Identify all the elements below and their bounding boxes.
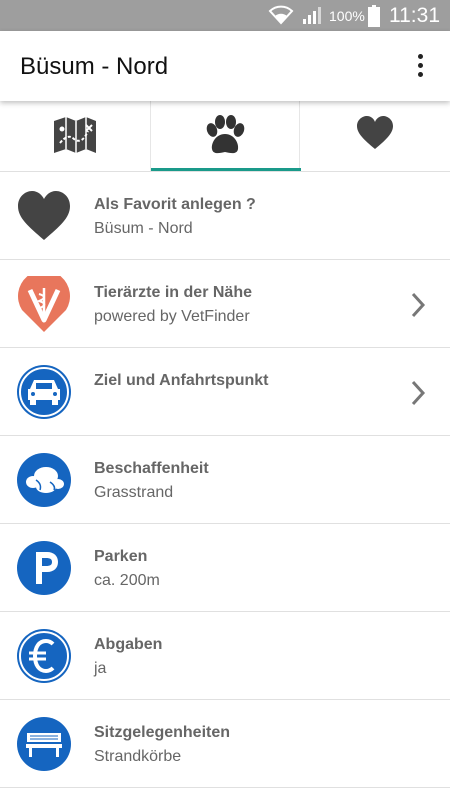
list-item-seating: Sitzgelegenheiten Strandkörbe [0, 700, 450, 788]
list-item-terrain: Beschaffenheit Grasstrand [0, 436, 450, 524]
list-item-title: Tierärzte in der Nähe [94, 284, 252, 301]
more-vert-icon[interactable] [405, 51, 435, 81]
tab-indicator [151, 168, 301, 171]
status-bar: 100% 11:31 [0, 0, 450, 31]
list-item-title: Ziel und Anfahrtspunkt [94, 372, 269, 389]
list-item-title: Abgaben [94, 636, 163, 653]
wifi-icon [268, 5, 294, 25]
bench-icon [17, 717, 71, 771]
info-list: Als Favorit anlegen ? Büsum - Nord Tierä… [0, 172, 450, 788]
list-item-subtitle: powered by VetFinder [94, 308, 250, 325]
tab-bar [0, 101, 450, 172]
list-item-fees: Abgaben ja [0, 612, 450, 700]
list-item-destination[interactable]: Ziel und Anfahrtspunkt [0, 348, 450, 436]
clock: 11:31 [389, 4, 440, 27]
list-item-vets[interactable]: Tierärzte in der Nähe powered by VetFind… [0, 260, 450, 348]
tab-favorite[interactable] [300, 101, 450, 171]
battery-icon [368, 5, 380, 27]
heart-icon [357, 116, 393, 149]
list-item-subtitle: Büsum - Nord [94, 220, 193, 237]
map-icon [54, 117, 96, 153]
car-icon [17, 365, 71, 419]
list-item-title: Beschaffenheit [94, 460, 209, 477]
tab-map[interactable] [0, 101, 150, 171]
list-item-subtitle: ca. 200m [94, 572, 160, 589]
list-item-parking: Parken ca. 200m [0, 524, 450, 612]
battery-percent: 100% [329, 8, 365, 24]
list-item-title: Als Favorit anlegen ? [94, 196, 256, 213]
parking-icon [17, 541, 71, 595]
vetfinder-icon [18, 276, 70, 332]
list-item-subtitle: Grasstrand [94, 484, 174, 501]
paw-icon [206, 115, 245, 154]
list-item-title: Parken [94, 548, 148, 565]
list-item-title: Sitzgelegenheiten [94, 724, 231, 741]
terrain-icon [17, 453, 71, 507]
list-item-favorite[interactable]: Als Favorit anlegen ? Büsum - Nord [0, 172, 450, 260]
list-item-subtitle: ja [94, 660, 107, 677]
heart-icon [18, 191, 70, 240]
tab-paw[interactable] [150, 101, 301, 171]
signal-icon [303, 7, 321, 24]
chevron-right-icon [411, 380, 426, 406]
app-screen: 100% 11:31 Büsum - Nord Als Favorit anle… [0, 0, 450, 800]
list-item-subtitle: Strandkörbe [94, 748, 182, 765]
page-title: Büsum - Nord [20, 53, 169, 80]
chevron-right-icon [411, 292, 426, 318]
app-bar: Büsum - Nord [0, 31, 450, 101]
euro-icon [17, 629, 71, 683]
